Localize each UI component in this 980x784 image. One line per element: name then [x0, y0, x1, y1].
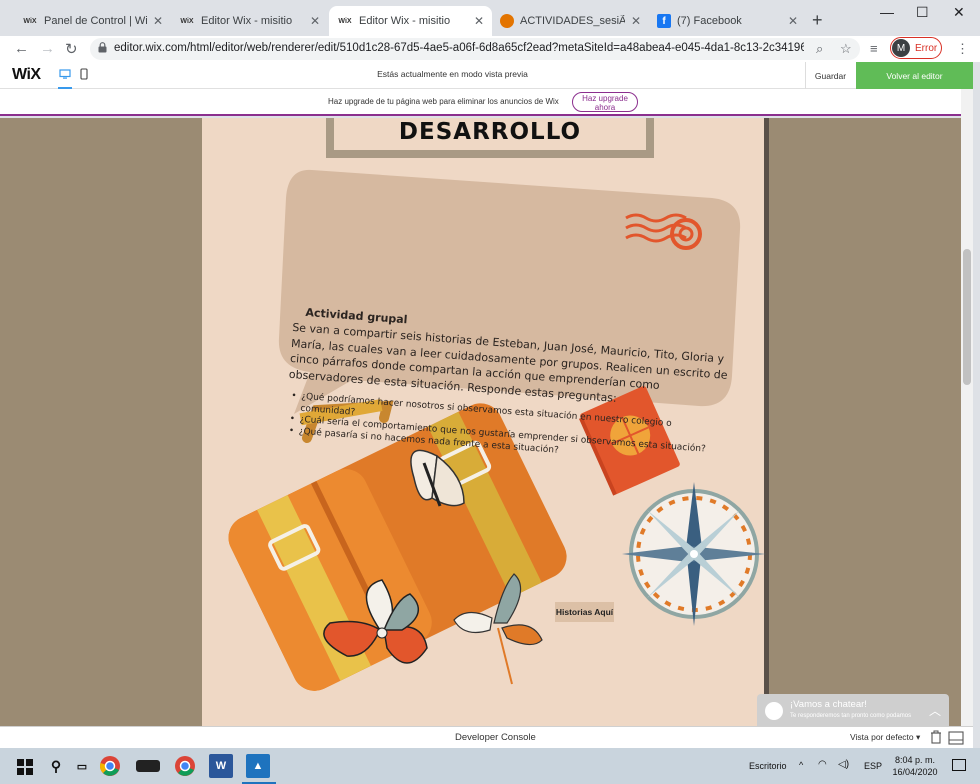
- task-view-icon[interactable]: ▭: [70, 754, 94, 778]
- profile-error-button[interactable]: M Error: [890, 37, 942, 59]
- network-icon[interactable]: ◠: [818, 759, 827, 770]
- close-tab-icon[interactable]: ✕: [153, 14, 163, 28]
- tab-panel-de-control[interactable]: WiX Panel de Control | Wix.com ✕: [14, 6, 171, 36]
- close-window-icon[interactable]: ✕: [953, 4, 965, 21]
- chrome-icon[interactable]: [98, 754, 122, 778]
- chevron-up-icon[interactable]: ^: [799, 760, 803, 770]
- trash-icon[interactable]: [930, 730, 942, 744]
- tab-editor-wix-1[interactable]: WiX Editor Wix - misitio ✕: [171, 6, 328, 36]
- developer-console-title[interactable]: Developer Console: [455, 732, 536, 743]
- chevron-down-icon: ▾: [916, 732, 921, 742]
- reload-icon[interactable]: ↻: [65, 40, 78, 58]
- upgrade-message: Haz upgrade de tu página web para elimin…: [328, 97, 559, 106]
- developer-console-bar: Developer Console Vista por defecto ▾: [0, 726, 973, 748]
- close-tab-icon[interactable]: ✕: [788, 14, 798, 28]
- playlist-icon[interactable]: ≡: [870, 41, 878, 56]
- maximize-icon[interactable]: ☐: [916, 4, 929, 21]
- wix-favicon-icon: WiX: [23, 17, 37, 25]
- chrome-profile-icon[interactable]: [173, 754, 197, 778]
- language-indicator[interactable]: ESP: [864, 761, 882, 771]
- search-icon[interactable]: ⚲: [44, 754, 68, 778]
- windows-start-icon[interactable]: [17, 759, 33, 775]
- active-app-indicator: [242, 748, 276, 784]
- forward-arrow-icon[interactable]: →: [40, 40, 55, 57]
- upgrade-banner: Haz upgrade de tu página web para elimin…: [0, 89, 973, 116]
- chat-avatar-icon: [765, 702, 783, 720]
- new-tab-icon[interactable]: +: [812, 10, 823, 31]
- close-tab-icon[interactable]: ✕: [310, 14, 320, 28]
- page-scrollbar[interactable]: [961, 89, 973, 726]
- site-preview: DESARROLLO Actividad grupal Se van a com…: [0, 118, 973, 726]
- notification-icon[interactable]: [952, 759, 966, 771]
- save-button[interactable]: Guardar: [805, 62, 855, 89]
- browser-tab-strip: WiX Panel de Control | Wix.com ✕ WiX Edi…: [0, 0, 980, 36]
- avatar: M: [892, 39, 910, 57]
- wix-preview-bar: WiX Estás actualmente en modo vista prev…: [0, 62, 973, 89]
- lock-icon: [98, 42, 107, 53]
- app-icon[interactable]: [136, 760, 160, 772]
- windows-taskbar: ⚲ ▭ W ▲ Escritorio ^ ◠ ◁) ESP 8:04 p. m.…: [0, 748, 980, 784]
- kebab-menu-icon[interactable]: ⋮: [956, 41, 969, 57]
- word-icon[interactable]: W: [209, 754, 233, 778]
- tab-editor-wix-active[interactable]: WiX Editor Wix - misitio ✕: [329, 6, 492, 36]
- document-favicon-icon: [500, 14, 514, 28]
- chat-widget[interactable]: ¡Vamos a chatear! Te responderemos tan p…: [757, 694, 949, 726]
- browser-toolbar: ← → ↻ editor.wix.com/html/editor/web/ren…: [0, 36, 980, 62]
- address-bar[interactable]: editor.wix.com/html/editor/web/renderer/…: [90, 38, 860, 60]
- preview-mode-message: Estás actualmente en modo vista previa: [377, 69, 528, 79]
- compass-icon: [622, 482, 766, 626]
- upgrade-now-button[interactable]: Haz upgrade ahora: [572, 92, 638, 112]
- bookmark-star-icon[interactable]: ☆: [840, 41, 852, 57]
- back-to-editor-button[interactable]: Volver al editor: [856, 62, 973, 89]
- tab-actividades[interactable]: ACTIVIDADES_sesiÃ³n_4.pc ✕: [492, 6, 649, 36]
- tab-facebook[interactable]: f (7) Facebook ✕: [649, 6, 806, 36]
- minimize-icon[interactable]: —: [880, 4, 894, 20]
- chevron-up-icon[interactable]: ︿: [929, 702, 941, 719]
- volume-icon[interactable]: ◁): [838, 759, 849, 770]
- close-tab-icon[interactable]: ✕: [631, 14, 641, 28]
- back-arrow-icon[interactable]: ←: [14, 40, 29, 57]
- dock-console-icon[interactable]: [946, 730, 966, 746]
- close-tab-icon[interactable]: ✕: [474, 14, 484, 28]
- wix-favicon-icon: WiX: [180, 17, 194, 25]
- facebook-favicon-icon: f: [657, 14, 671, 28]
- desktop-toolbar-label[interactable]: Escritorio: [749, 761, 787, 771]
- view-selector[interactable]: Vista por defecto ▾: [850, 732, 920, 743]
- zoom-icon[interactable]: ⌕: [816, 41, 823, 57]
- clock[interactable]: 8:04 p. m. 16/04/2020: [892, 754, 938, 778]
- wix-favicon-icon: WiX: [338, 17, 352, 25]
- historias-button[interactable]: Historias Aquí: [555, 602, 614, 622]
- scrollbar-thumb[interactable]: [963, 249, 971, 385]
